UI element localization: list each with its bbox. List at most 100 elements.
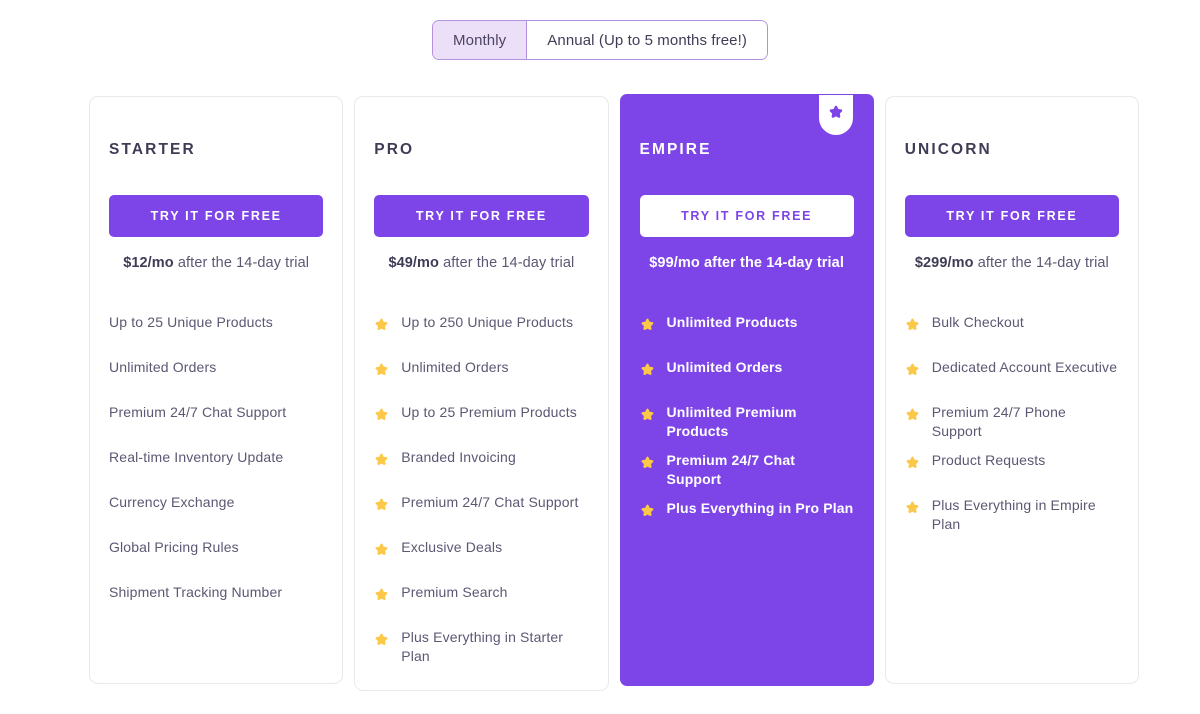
feature-item: Unlimited Orders <box>109 358 323 393</box>
feature-label: Up to 250 Unique Products <box>401 313 573 332</box>
feature-item: Premium 24/7 Phone Support <box>905 403 1119 441</box>
pricing-card-pro: PRO TRY IT FOR FREE $49/mo after the 14-da… <box>354 96 608 691</box>
feature-item: Currency Exchange <box>109 493 323 528</box>
feature-label: Exclusive Deals <box>401 538 502 557</box>
star-icon <box>640 503 655 518</box>
star-icon <box>905 407 920 422</box>
feature-item: Premium 24/7 Chat Support <box>374 493 588 528</box>
feature-item: Product Requests <box>905 451 1119 486</box>
featured-plan-badge <box>819 95 853 135</box>
feature-label: Unlimited Orders <box>401 358 508 377</box>
feature-label: Premium 24/7 Chat Support <box>401 493 578 512</box>
price-amount: $12/mo <box>123 255 174 271</box>
star-icon <box>374 407 389 422</box>
feature-label: Premium Search <box>401 583 507 602</box>
feature-item: Global Pricing Rules <box>109 538 323 573</box>
feature-label: Branded Invoicing <box>401 448 516 467</box>
feature-item: Branded Invoicing <box>374 448 588 483</box>
feature-label: Global Pricing Rules <box>109 538 239 557</box>
feature-list: Unlimited Products Unlimited Orders Unlimi… <box>640 313 854 534</box>
star-icon <box>374 542 389 557</box>
try-it-for-free-button[interactable]: TRY IT FOR FREE <box>640 195 854 237</box>
pricing-card-starter: STARTER TRY IT FOR FREE $12/mo after the 1… <box>89 96 343 684</box>
billing-period-toggle[interactable]: MonthlyAnnual (Up to 5 months free!) <box>432 20 768 60</box>
feature-label: Unlimited Orders <box>109 358 216 377</box>
feature-item: Bulk Checkout <box>905 313 1119 348</box>
feature-label: Unlimited Premium Products <box>667 403 854 441</box>
feature-list: Up to 25 Unique Products Unlimited Orders… <box>109 313 323 618</box>
feature-list: Up to 250 Unique Products Unlimited Order… <box>374 313 588 666</box>
pricing-cards-row: STARTER TRY IT FOR FREE $12/mo after the 1… <box>89 96 1139 691</box>
feature-label: Bulk Checkout <box>932 313 1024 332</box>
price-suffix: after the 14-day trial <box>439 255 574 271</box>
feature-list: Bulk Checkout Dedicated Account Executive… <box>905 313 1119 534</box>
feature-label: Dedicated Account Executive <box>932 358 1117 377</box>
plan-name: PRO <box>374 141 588 159</box>
star-icon <box>828 104 844 120</box>
price-suffix: after the 14-day trial <box>174 255 309 271</box>
feature-item: Up to 25 Premium Products <box>374 403 588 438</box>
price-amount: $299/mo <box>915 255 974 271</box>
feature-label: Premium 24/7 Chat Support <box>667 451 854 489</box>
plan-name: UNICORN <box>905 141 1119 159</box>
star-icon <box>374 362 389 377</box>
star-icon <box>374 587 389 602</box>
price-suffix: after the 14-day trial <box>974 255 1109 271</box>
feature-label: Currency Exchange <box>109 493 235 512</box>
star-icon <box>640 317 655 332</box>
feature-item: Premium 24/7 Chat Support <box>109 403 323 438</box>
plan-name: EMPIRE <box>640 141 854 159</box>
star-icon <box>374 632 389 647</box>
feature-item: Unlimited Orders <box>640 358 854 393</box>
pricing-page: MonthlyAnnual (Up to 5 months free!) STA… <box>0 0 1200 714</box>
feature-item: Premium Search <box>374 583 588 618</box>
price-line: $299/mo after the 14-day trial <box>905 255 1119 271</box>
billing-toggle-container: MonthlyAnnual (Up to 5 months free!) <box>0 20 1200 60</box>
feature-item: Unlimited Premium Products <box>640 403 854 441</box>
price-amount: $99/mo <box>649 255 700 271</box>
plan-name: STARTER <box>109 141 323 159</box>
star-icon <box>640 407 655 422</box>
star-icon <box>640 362 655 377</box>
star-icon <box>640 455 655 470</box>
feature-item: Up to 250 Unique Products <box>374 313 588 348</box>
billing-toggle-option-monthly[interactable]: Monthly <box>433 21 526 59</box>
star-icon <box>905 362 920 377</box>
price-line: $12/mo after the 14-day trial <box>109 255 323 271</box>
feature-item: Unlimited Orders <box>374 358 588 393</box>
billing-toggle-option-annual[interactable]: Annual (Up to 5 months free!) <box>526 21 767 59</box>
star-icon <box>374 452 389 467</box>
feature-label: Product Requests <box>932 451 1046 470</box>
star-icon <box>374 497 389 512</box>
star-icon <box>374 317 389 332</box>
feature-item: Plus Everything in Pro Plan <box>640 499 854 534</box>
try-it-for-free-button[interactable]: TRY IT FOR FREE <box>374 195 588 237</box>
feature-label: Shipment Tracking Number <box>109 583 282 602</box>
feature-label: Premium 24/7 Chat Support <box>109 403 286 422</box>
feature-label: Unlimited Products <box>667 313 798 332</box>
try-it-for-free-button[interactable]: TRY IT FOR FREE <box>109 195 323 237</box>
feature-item: Real-time Inventory Update <box>109 448 323 483</box>
feature-item: Exclusive Deals <box>374 538 588 573</box>
feature-item: Plus Everything in Empire Plan <box>905 496 1119 534</box>
pricing-card-empire: EMPIRE TRY IT FOR FREE $99/mo after the 14… <box>620 94 874 686</box>
feature-label: Plus Everything in Pro Plan <box>667 499 854 518</box>
feature-label: Unlimited Orders <box>667 358 783 377</box>
feature-label: Premium 24/7 Phone Support <box>932 403 1119 441</box>
feature-item: Unlimited Products <box>640 313 854 348</box>
price-line: $99/mo after the 14-day trial <box>640 255 854 271</box>
star-icon <box>905 455 920 470</box>
feature-label: Real-time Inventory Update <box>109 448 283 467</box>
try-it-for-free-button[interactable]: TRY IT FOR FREE <box>905 195 1119 237</box>
star-icon <box>905 317 920 332</box>
feature-item: Shipment Tracking Number <box>109 583 323 618</box>
price-suffix: after the 14-day trial <box>700 255 844 271</box>
feature-label: Plus Everything in Empire Plan <box>932 496 1119 534</box>
price-amount: $49/mo <box>388 255 439 271</box>
feature-item: Dedicated Account Executive <box>905 358 1119 393</box>
star-icon <box>905 500 920 515</box>
feature-item: Up to 25 Unique Products <box>109 313 323 348</box>
price-line: $49/mo after the 14-day trial <box>374 255 588 271</box>
feature-label: Up to 25 Premium Products <box>401 403 577 422</box>
feature-item: Plus Everything in Starter Plan <box>374 628 588 666</box>
